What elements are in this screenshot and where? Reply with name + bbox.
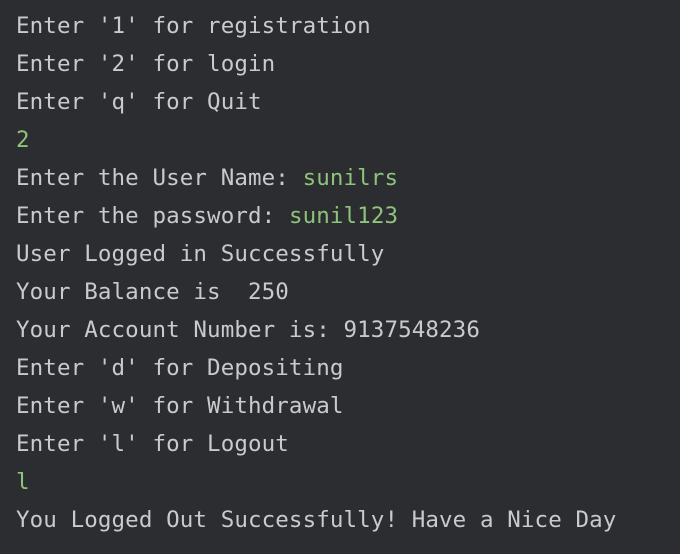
output-text: User Logged in Successfully — [16, 241, 385, 267]
user-input-text: 2 — [16, 127, 30, 153]
output-text: Enter 'w' for Withdrawal — [16, 393, 344, 419]
output-text: Enter '2' for login — [16, 51, 276, 77]
output-text: Enter the User Name: — [16, 165, 303, 191]
console-output[interactable]: Enter '1' for registration Enter '2' for… — [0, 0, 680, 554]
console-line: Enter '2' for login — [16, 45, 680, 83]
console-line: 2 — [16, 121, 680, 159]
output-text: Enter 'l' for Logout — [16, 431, 289, 457]
console-line: Enter '1' for registration — [16, 7, 680, 45]
console-line: Enter 'l' for Logout — [16, 425, 680, 463]
user-input-text: l — [16, 469, 30, 495]
user-input-text: sunilrs — [302, 165, 399, 191]
output-text: Enter the password: — [16, 203, 289, 229]
output-text: Enter '1' for registration — [16, 13, 371, 39]
console-line: Enter the User Name: sunilrs — [16, 159, 680, 197]
output-text: Your Balance is 250 — [16, 279, 289, 305]
console-line: User Logged in Successfully — [16, 235, 680, 273]
console-line: l — [16, 463, 680, 501]
output-text: You Logged Out Successfully! Have a Nice… — [16, 507, 617, 533]
output-text: Enter 'd' for Depositing — [16, 355, 344, 381]
console-line: Enter 'w' for Withdrawal — [16, 387, 680, 425]
user-input-text: sunil123 — [288, 203, 399, 229]
console-line: You Logged Out Successfully! Have a Nice… — [16, 501, 680, 539]
console-line: Enter 'd' for Depositing — [16, 349, 680, 387]
console-line: Your Balance is 250 — [16, 273, 680, 311]
output-text: Your Account Number is: 9137548236 — [16, 317, 480, 343]
console-line: Your Account Number is: 9137548236 — [16, 311, 680, 349]
output-text: Enter 'q' for Quit — [16, 89, 262, 115]
console-line: Enter 'q' for Quit — [16, 83, 680, 121]
console-line: Enter the password: sunil123 — [16, 197, 680, 235]
